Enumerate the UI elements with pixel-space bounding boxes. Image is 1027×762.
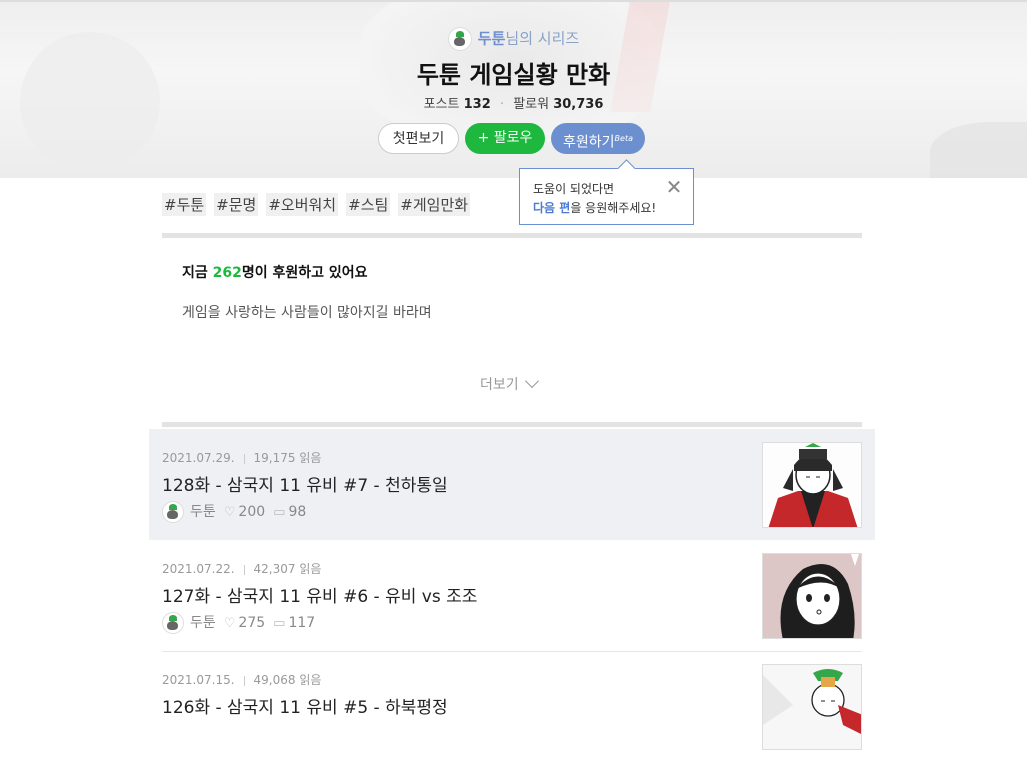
posts-label: 포스트 <box>423 97 460 112</box>
post-views: 49,068 읽음 <box>253 673 322 687</box>
post-thumbnail[interactable] <box>762 442 862 528</box>
post-item[interactable]: 2021.07.22. 42,307 읽음 127화 - 삼국지 11 유비 #6… <box>149 540 875 651</box>
series-stats: 포스트 132 · 팔로워 30,736 <box>0 93 1027 112</box>
post-views: 19,175 읽음 <box>253 451 322 465</box>
like-count: 200 <box>238 504 266 520</box>
comment-count: 98 <box>288 504 307 520</box>
tag[interactable]: #오버워치 <box>266 193 339 216</box>
post-item[interactable]: 2021.07.15. 49,068 읽음 126화 - 삼국지 11 유비 #5… <box>149 651 875 762</box>
tag[interactable]: #문명 <box>214 193 259 216</box>
post-views: 42,307 읽음 <box>253 562 322 576</box>
author-avatar <box>162 612 184 634</box>
heart-icon: ♡ <box>223 505 236 520</box>
meta-separator <box>243 564 245 575</box>
post-title[interactable]: 128화 - 삼국지 11 유비 #7 - 천하통일 <box>162 471 448 496</box>
first-episode-button[interactable]: 첫편보기 <box>378 123 459 154</box>
post-meta: 2021.07.22. 42,307 읽음 <box>162 560 321 577</box>
tag[interactable]: #스팀 <box>346 193 391 216</box>
stats-separator: · <box>499 97 505 112</box>
tooltip-highlight: 다음 편 <box>533 201 571 215</box>
followers-count: 30,736 <box>553 97 604 112</box>
tag-list: #두툰 #문명 #오버워치 #스팀 #게임만화 <box>162 193 478 216</box>
meta-separator <box>243 453 245 464</box>
comment-icon: ▭ <box>273 616 286 631</box>
section-divider <box>162 233 862 238</box>
supporter-prefix: 지금 <box>182 265 213 281</box>
post-date: 2021.07.15. <box>162 673 235 687</box>
post-author: 두툰 <box>190 504 216 520</box>
author-avatar <box>162 501 184 523</box>
more-button[interactable]: 더보기 <box>480 373 539 394</box>
section-divider <box>162 422 862 427</box>
author-name[interactable]: 두툰 <box>478 30 506 48</box>
support-label: 후원하기 <box>563 134 615 151</box>
post-author: 두툰 <box>190 615 216 631</box>
author-avatar[interactable] <box>447 27 472 51</box>
support-button[interactable]: 후원하기Beta <box>551 123 645 154</box>
post-footer: 두툰 ♡ 200 ▭ 98 <box>162 501 306 523</box>
supporter-suffix: 명이 후원하고 있어요 <box>241 265 368 281</box>
author-suffix: 님의 시리즈 <box>505 29 580 48</box>
post-date: 2021.07.29. <box>162 451 235 465</box>
background-art <box>930 122 1027 178</box>
support-tooltip: 도움이 되었다면 다음 편을 응원해주세요! ✕ <box>519 168 694 225</box>
post-thumbnail[interactable] <box>762 664 862 750</box>
supporter-count: 지금 262명이 후원하고 있어요 <box>182 262 368 282</box>
post-date: 2021.07.22. <box>162 562 235 576</box>
tag[interactable]: #게임만화 <box>398 193 471 216</box>
supporter-number: 262 <box>212 265 242 281</box>
meta-separator <box>243 675 245 686</box>
follow-button[interactable]: + 팔로우 <box>465 123 545 154</box>
heart-icon: ♡ <box>223 616 236 631</box>
beta-badge: Beta <box>614 134 633 143</box>
followers-label: 팔로워 <box>513 97 550 112</box>
like-count: 275 <box>238 615 266 631</box>
tooltip-line2: 다음 편을 응원해주세요! <box>533 199 693 218</box>
comment-icon: ▭ <box>273 505 286 520</box>
close-icon[interactable]: ✕ <box>665 177 683 197</box>
author-line: 두툰님의 시리즈 <box>0 27 1027 51</box>
chevron-down-icon <box>524 373 539 389</box>
more-label: 더보기 <box>480 377 519 393</box>
post-title[interactable]: 126화 - 삼국지 11 유비 #5 - 하북평정 <box>162 693 448 718</box>
post-footer: 두툰 ♡ 275 ▭ 117 <box>162 612 315 634</box>
tooltip-line2-rest: 을 응원해주세요! <box>570 201 657 215</box>
comment-count: 117 <box>288 615 316 631</box>
posts-count: 132 <box>463 97 491 112</box>
support-message: 게임을 사랑하는 사람들이 많아지길 바라며 <box>182 305 432 321</box>
tag[interactable]: #두툰 <box>162 193 207 216</box>
series-title: 두툰 게임실황 만화 <box>416 61 611 89</box>
post-title[interactable]: 127화 - 삼국지 11 유비 #6 - 유비 vs 조조 <box>162 582 477 607</box>
post-meta: 2021.07.29. 19,175 읽음 <box>162 449 321 466</box>
post-item[interactable]: 2021.07.29. 19,175 읽음 128화 - 삼국지 11 유비 #7… <box>149 429 875 540</box>
post-thumbnail[interactable] <box>762 553 862 639</box>
post-meta: 2021.07.15. 49,068 읽음 <box>162 671 321 688</box>
